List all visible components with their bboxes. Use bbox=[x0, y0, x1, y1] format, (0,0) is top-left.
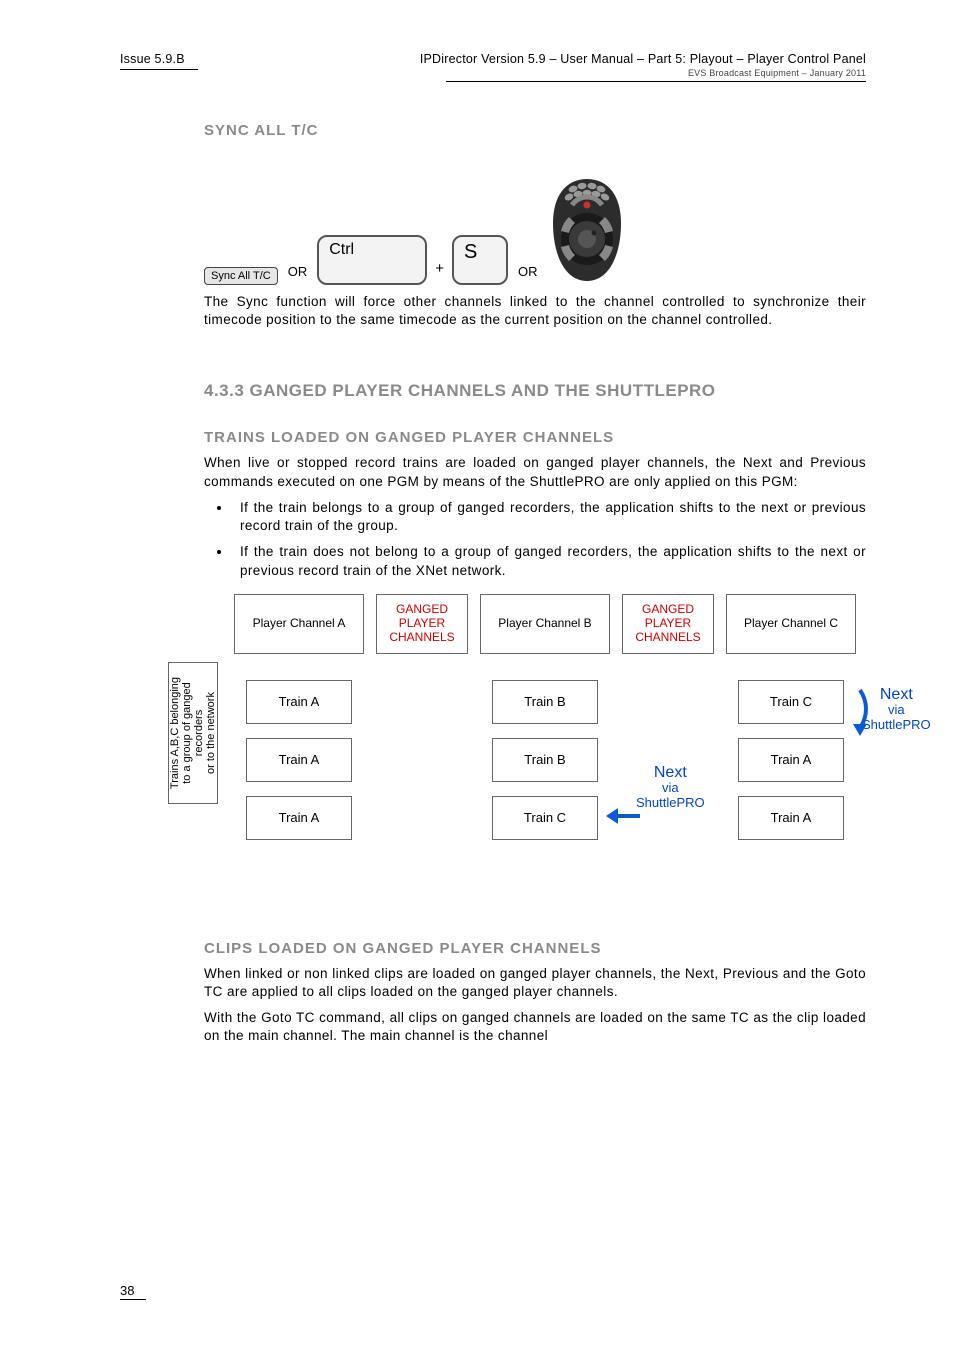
train-box: Train C bbox=[738, 680, 844, 724]
s-keycap: S bbox=[452, 235, 508, 285]
ganged-trains-diagram: Trains A,B,C belonging to a group of gan… bbox=[126, 594, 886, 914]
section-sync-label: SYNC ALL T/C bbox=[204, 122, 866, 139]
train-box: Train A bbox=[246, 680, 352, 724]
train-box: Train B bbox=[492, 680, 598, 724]
clips-paragraph-2: With the Goto TC command, all clips on g… bbox=[204, 1009, 866, 1045]
or-label-2: OR bbox=[516, 260, 540, 285]
sync-all-tc-button[interactable]: Sync All T/C bbox=[204, 267, 278, 285]
arrow-down-curve-icon bbox=[850, 688, 870, 738]
train-box: Train A bbox=[738, 738, 844, 782]
clips-paragraph-1: When linked or non linked clips are load… bbox=[204, 965, 866, 1001]
page-header: Issue 5.9.B IPDirector Version 5.9 – Use… bbox=[120, 52, 866, 82]
sync-figure: Sync All T/C OR Ctrl + S OR bbox=[204, 175, 866, 285]
side-rotated-label: Trains A,B,C belonging to a group of gan… bbox=[168, 662, 218, 804]
heading-4-3-3: 4.3.3 GANGED PLAYER CHANNELS AND THE SHU… bbox=[204, 381, 866, 401]
next-label: Next via ShuttlePRO bbox=[862, 686, 931, 732]
train-box: Train A bbox=[246, 738, 352, 782]
train-box: Train B bbox=[492, 738, 598, 782]
plus-label: + bbox=[435, 260, 444, 285]
ctrl-keycap: Ctrl bbox=[317, 235, 427, 285]
trains-bullets: If the train belongs to a group of gange… bbox=[204, 499, 866, 580]
ganged-label: GANGED PLAYER CHANNELS bbox=[376, 594, 468, 654]
train-box: Train C bbox=[492, 796, 598, 840]
issue-label: Issue 5.9.B bbox=[120, 52, 185, 66]
trains-paragraph: When live or stopped record trains are l… bbox=[204, 454, 866, 490]
trains-section-label: TRAINS LOADED ON GANGED PLAYER CHANNELS bbox=[204, 429, 866, 446]
player-channel-a-header: Player Channel A bbox=[234, 594, 364, 654]
page-number: 38 bbox=[120, 1283, 146, 1300]
train-box: Train A bbox=[246, 796, 352, 840]
sync-paragraph: The Sync function will force other chann… bbox=[204, 293, 866, 329]
train-box: Train A bbox=[738, 796, 844, 840]
ganged-label: GANGED PLAYER CHANNELS bbox=[622, 594, 714, 654]
doc-subtitle: EVS Broadcast Equipment – January 2011 bbox=[420, 68, 866, 78]
bullet-1: If the train belongs to a group of gange… bbox=[232, 499, 866, 535]
player-channel-c-header: Player Channel C bbox=[726, 594, 856, 654]
arrow-left-icon bbox=[604, 804, 642, 828]
doc-title: IPDirector Version 5.9 – User Manual – P… bbox=[420, 52, 866, 66]
clips-section-label: CLIPS LOADED ON GANGED PLAYER CHANNELS bbox=[204, 940, 866, 957]
or-label-1: OR bbox=[286, 260, 310, 285]
player-channel-b-header: Player Channel B bbox=[480, 594, 610, 654]
next-label: Next via ShuttlePRO bbox=[636, 764, 705, 810]
bullet-2: If the train does not belong to a group … bbox=[232, 543, 866, 579]
shuttlepro-icon bbox=[547, 175, 627, 285]
